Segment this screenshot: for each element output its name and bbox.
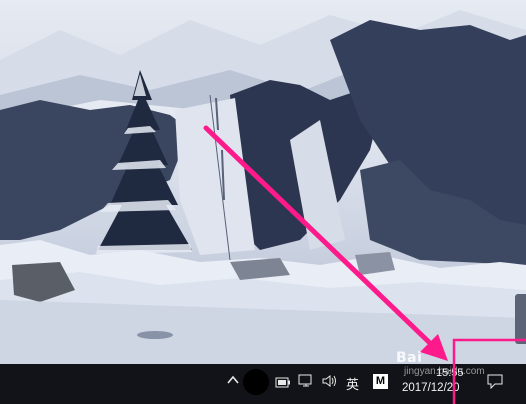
show-desktop-button[interactable] <box>516 366 526 404</box>
desktop-wallpaper <box>0 0 526 364</box>
cursor-blob <box>243 369 269 395</box>
ime-language-indicator[interactable]: 英 <box>346 374 359 393</box>
notification-icon[interactable] <box>487 374 503 390</box>
clock-date: 2017/12/20 <box>402 382 460 394</box>
volume-icon[interactable] <box>321 373 339 389</box>
wallpaper-image <box>0 0 526 364</box>
watermark-logo: Bai <box>396 350 423 366</box>
battery-icon[interactable] <box>275 375 291 388</box>
app-badge-m[interactable]: M <box>373 374 388 389</box>
scroll-handle[interactable] <box>515 294 526 344</box>
chevron-up-icon[interactable] <box>226 373 240 387</box>
network-icon[interactable] <box>298 374 314 388</box>
watermark-url: jingyan.baidu.com <box>404 366 485 377</box>
